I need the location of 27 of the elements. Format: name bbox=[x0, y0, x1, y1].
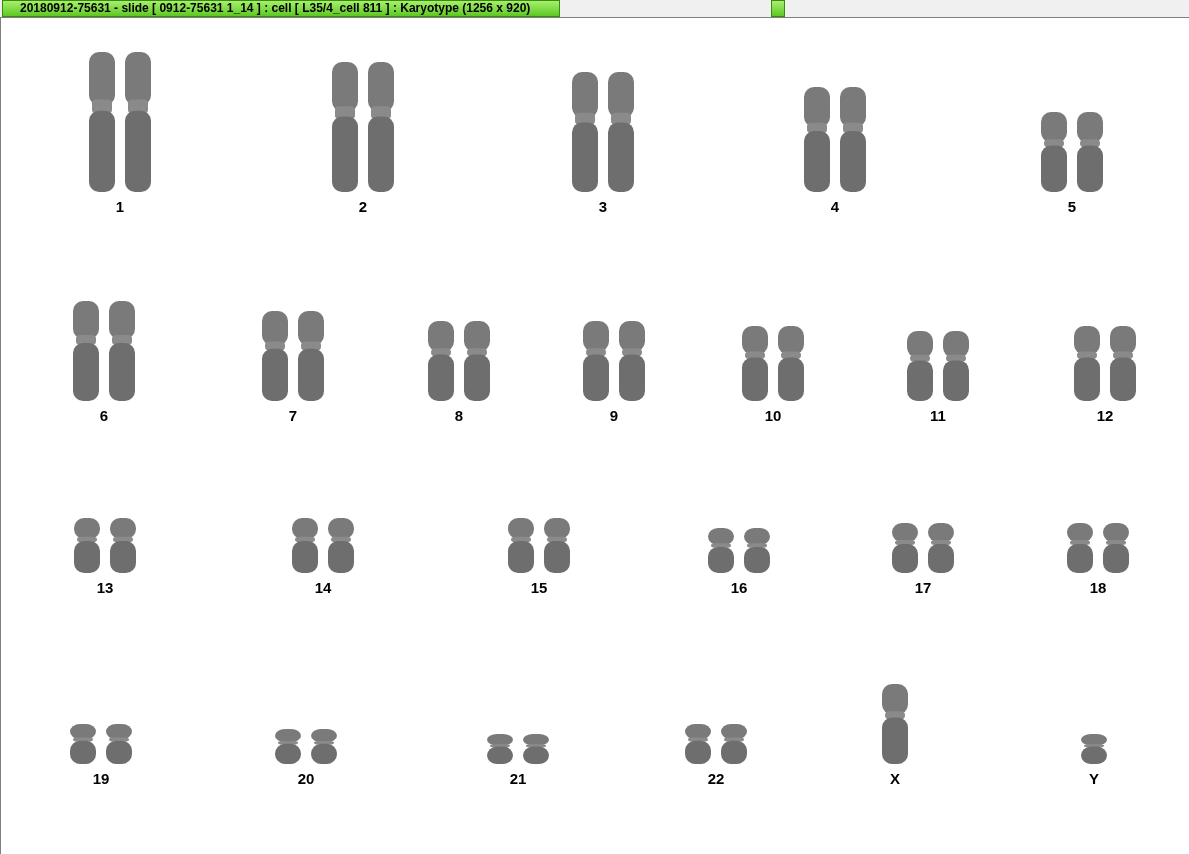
chromosome-label: 3 bbox=[597, 198, 609, 216]
chromosome-label: 10 bbox=[763, 407, 783, 425]
title-bar-handle[interactable] bbox=[771, 0, 785, 17]
chromosome-label: 19 bbox=[91, 770, 111, 788]
chromosome-label: 17 bbox=[913, 579, 933, 597]
chromosome-label: 9 bbox=[608, 407, 620, 425]
chromosome-label: 6 bbox=[98, 407, 110, 425]
chromosome-label: Y bbox=[1088, 770, 1100, 788]
chromosome-label: 18 bbox=[1088, 579, 1108, 597]
chromosome-label: 13 bbox=[95, 579, 115, 597]
chromosome-label: 7 bbox=[287, 407, 299, 425]
chromosome-label: 4 bbox=[829, 198, 841, 216]
window-title: 20180912-75631 - slide [ 0912-75631 1_14 ] : cell [ L35/4_cell 811 ] : Karyotype (1256 x 920) bbox=[2, 0, 560, 17]
chromosome-label: 22 bbox=[706, 770, 726, 788]
chromosome-label: 16 bbox=[729, 579, 749, 597]
chromosome-label: 1 bbox=[114, 198, 126, 216]
chromosome-label: 11 bbox=[929, 407, 947, 425]
chromosome-drawing bbox=[1079, 734, 1109, 764]
chromosome-label: 21 bbox=[508, 770, 528, 788]
chromosome-label: 2 bbox=[357, 198, 369, 216]
chromosome-label: 20 bbox=[296, 770, 316, 788]
chromosome-label: 5 bbox=[1066, 198, 1078, 216]
chromosome-label: X bbox=[889, 770, 901, 788]
chromosome-label: 14 bbox=[313, 579, 333, 597]
chromosome-label: 12 bbox=[1095, 407, 1115, 425]
chromosome-label: 15 bbox=[529, 579, 549, 597]
chromosome-label: 8 bbox=[453, 407, 465, 425]
